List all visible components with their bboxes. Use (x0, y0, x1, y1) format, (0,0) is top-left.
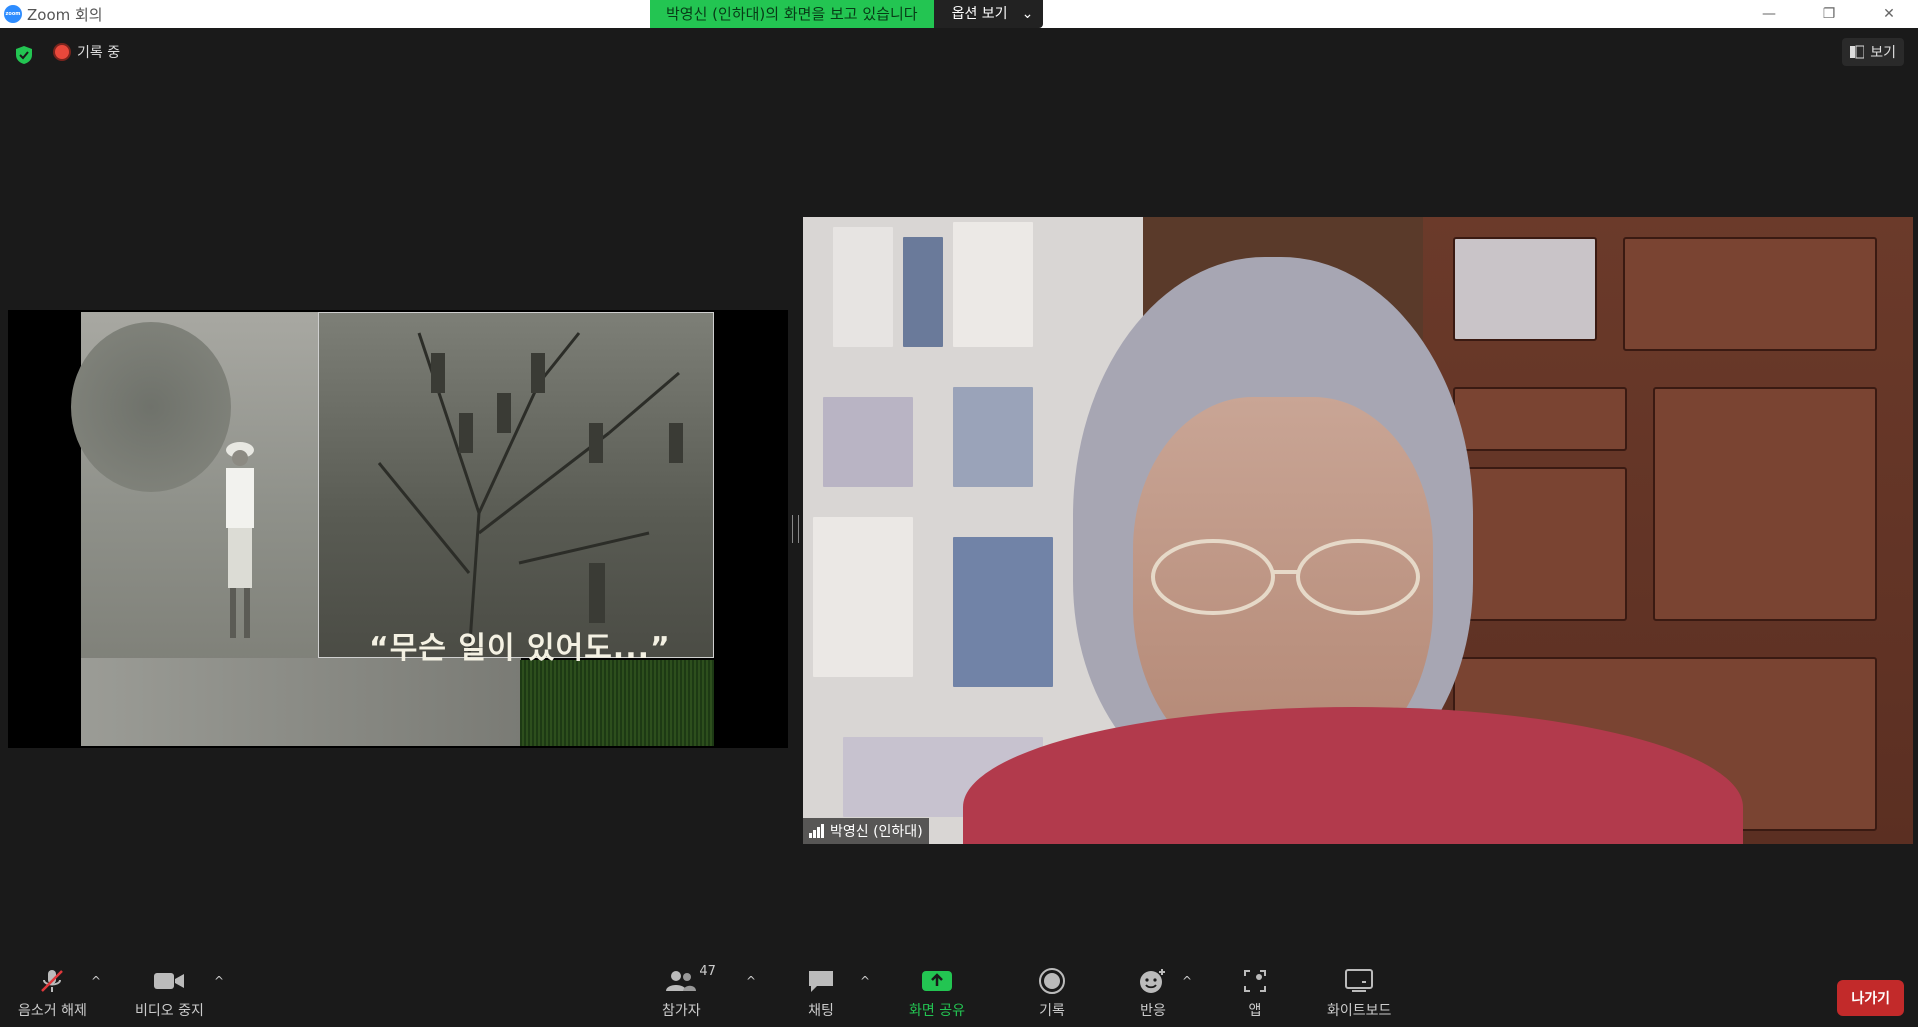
participants-count: 47 (699, 964, 716, 979)
green-pattern (520, 660, 714, 746)
close-icon[interactable]: ✕ (1866, 0, 1912, 28)
chat-options-caret-icon[interactable]: ^ (860, 974, 870, 988)
book (823, 397, 913, 487)
book (953, 537, 1053, 687)
participant-name: 박영신 (인하대) (830, 824, 923, 840)
participants-options-caret-icon[interactable]: ^ (746, 974, 756, 988)
record-icon (1039, 968, 1065, 994)
participant-video[interactable]: 박영신 (인하대) (803, 217, 1913, 844)
title-bar: zoom Zoom 회의 박영신 (인하대)의 화면을 보고 있습니다 옵션 보… (0, 0, 1918, 28)
record-dot-icon (55, 45, 69, 59)
recording-indicator[interactable]: 기록 중 (55, 42, 120, 62)
cabinet-drawer (1453, 387, 1627, 451)
book (813, 517, 913, 677)
tree-pruning-photo: “무슨 일이 있어도...” (318, 312, 714, 666)
restore-icon[interactable]: ❐ (1806, 0, 1852, 28)
ground-photo (81, 658, 521, 746)
split-resize-handle[interactable] (792, 515, 799, 543)
video-camera-icon (154, 973, 185, 989)
reactions-options-caret-icon[interactable]: ^ (1182, 974, 1192, 988)
record-button[interactable]: 기록 (1038, 966, 1066, 1020)
share-screen-button[interactable]: 화면 공유 (909, 966, 965, 1020)
shared-screen[interactable]: “무슨 일이 있어도...” (8, 310, 788, 748)
zoom-logo-icon: zoom (4, 5, 22, 23)
photo-caption: “무슨 일이 있어도...” (369, 631, 671, 666)
apps-icon (1244, 970, 1266, 992)
chat-button[interactable]: 채팅 (807, 966, 835, 1020)
recording-label: 기록 중 (77, 45, 121, 61)
leave-button[interactable]: 나가기 (1837, 980, 1904, 1016)
participant-name-tag: 박영신 (인하대) (803, 818, 929, 844)
video-options-caret-icon[interactable]: ^ (214, 974, 224, 988)
cabinet-shelf (1453, 237, 1597, 341)
view-options-button[interactable]: 옵션 보기 ⌄ (933, 0, 1044, 28)
book (953, 222, 1033, 347)
security-shield-icon[interactable] (14, 45, 34, 65)
share-screen-icon (921, 971, 952, 991)
audio-options-caret-icon[interactable]: ^ (91, 974, 101, 988)
whiteboard-button[interactable]: 화이트보드 (1327, 966, 1391, 1020)
chevron-down-icon: ⌄ (1021, 6, 1034, 22)
cabinet-drawer (1623, 237, 1877, 351)
window-title: Zoom 회의 (27, 6, 103, 24)
whiteboard-label: 화이트보드 (1327, 1003, 1392, 1019)
participants-icon (666, 971, 697, 991)
glasses-shape (1151, 539, 1420, 615)
unmute-label: 음소거 해제 (18, 1003, 87, 1019)
record-label: 기록 (1039, 1003, 1065, 1019)
stop-video-label: 비디오 중지 (135, 1003, 204, 1019)
apps-label: 앱 (1248, 1003, 1262, 1019)
signal-strength-icon (809, 824, 824, 838)
participants-button[interactable]: 47 참가자 (662, 964, 716, 1020)
reactions-label: 반응 (1140, 1003, 1166, 1019)
cabinet-door (1453, 467, 1627, 621)
stop-video-button[interactable]: 비디오 중지 (135, 966, 204, 1020)
view-label: 보기 (1870, 45, 1896, 61)
book (953, 387, 1033, 487)
reactions-button[interactable]: 반응 (1138, 966, 1168, 1020)
whiteboard-icon (1345, 969, 1374, 992)
book (903, 237, 943, 347)
chat-bubble-icon (809, 971, 833, 992)
chat-label: 채팅 (808, 1003, 834, 1019)
participants-label: 참가자 (662, 1003, 701, 1019)
apps-button[interactable]: 앱 (1242, 966, 1268, 1020)
reactions-icon (1140, 969, 1165, 993)
tree-shape (71, 322, 231, 492)
view-button[interactable]: 보기 (1842, 38, 1904, 66)
microphone-muted-icon (41, 970, 64, 992)
unmute-button[interactable]: 음소거 해제 (18, 966, 87, 1020)
minimize-icon[interactable]: — (1746, 0, 1792, 28)
cabinet-door (1653, 387, 1877, 621)
view-options-label: 옵션 보기 (951, 6, 1008, 22)
share-banner: 박영신 (인하대)의 화면을 보고 있습니다 옵션 보기 ⌄ (650, 0, 1044, 28)
man-figure (226, 442, 254, 638)
meeting-toolbar: 음소거 해제 ^ 비디오 중지 ^ 47 참가자 ^ 채팅 ^ 화면 공유 기록… (0, 960, 1918, 1027)
book (833, 227, 893, 347)
share-screen-label: 화면 공유 (909, 1003, 965, 1019)
tree-branches (377, 332, 683, 657)
share-banner-message: 박영신 (인하대)의 화면을 보고 있습니다 (650, 0, 934, 28)
view-layout-icon (1850, 45, 1865, 59)
